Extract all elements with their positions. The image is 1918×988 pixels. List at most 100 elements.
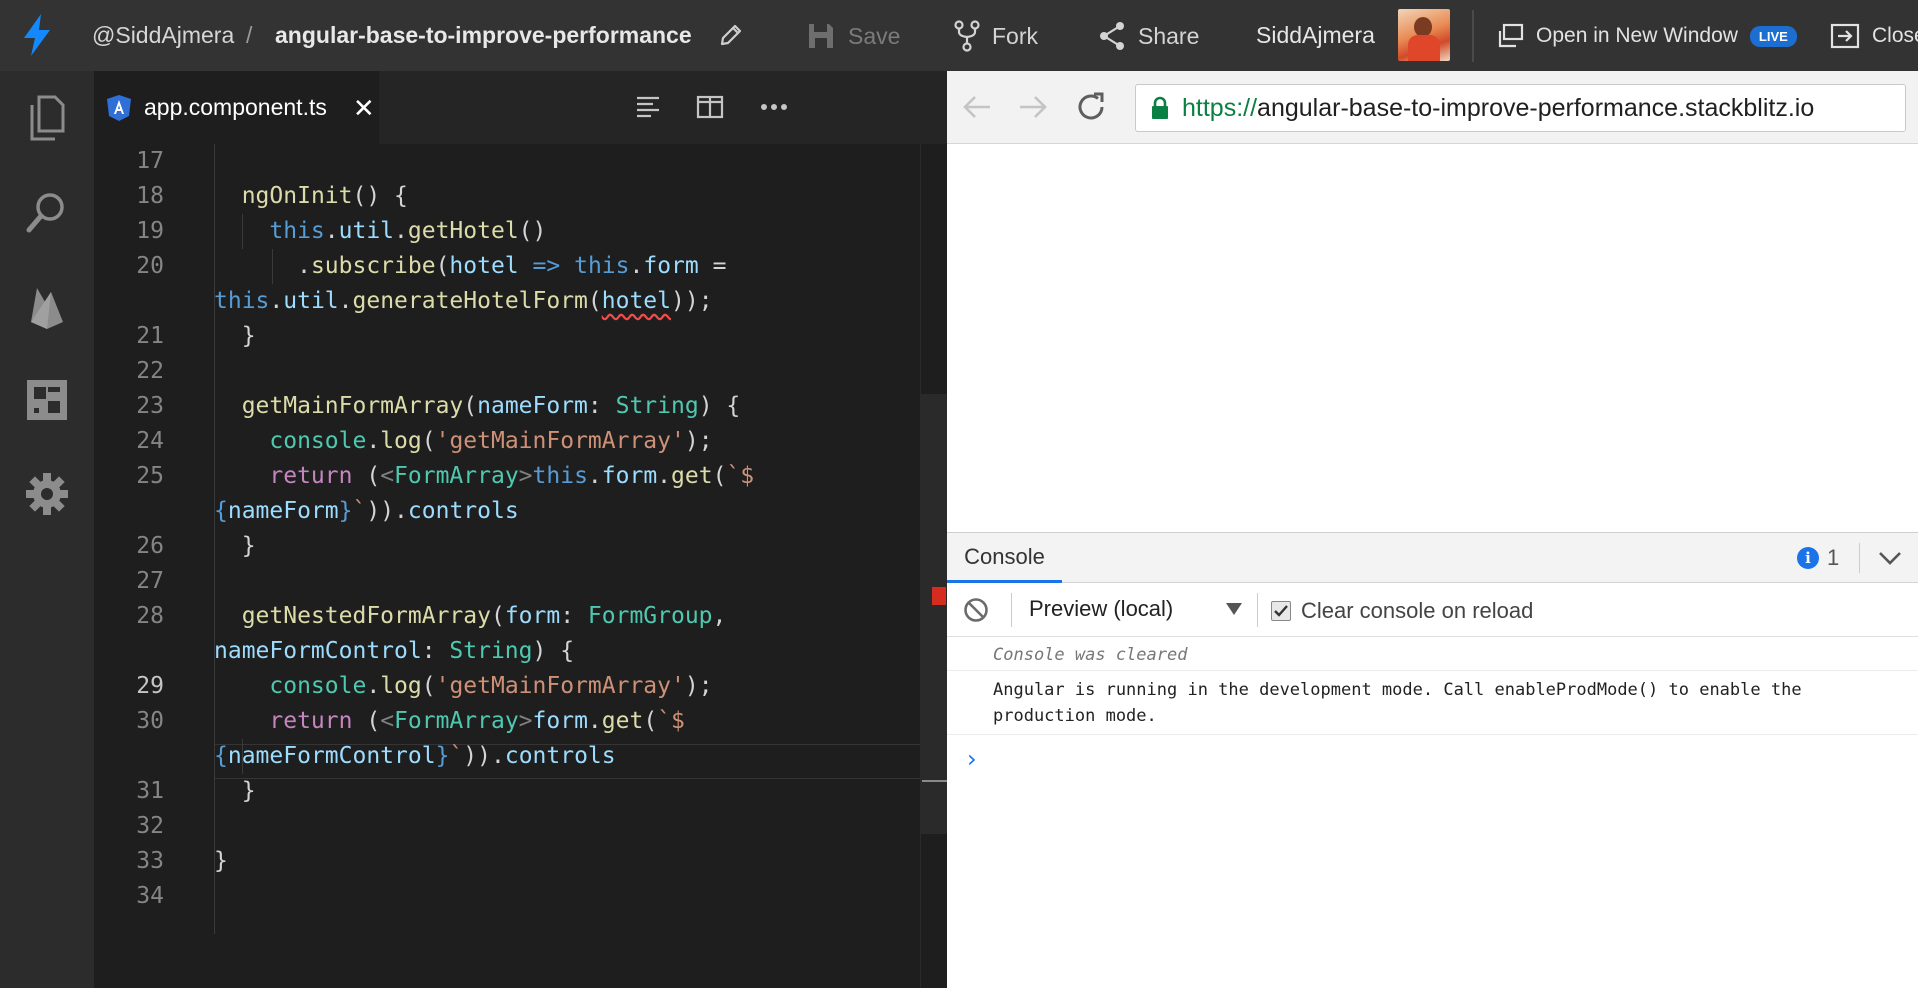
search-icon[interactable] — [24, 189, 70, 235]
info-message-count[interactable]: i 1 — [1797, 545, 1839, 571]
stackblitz-logo-icon[interactable] — [22, 14, 52, 61]
editor-tab-bar: app.component.ts ✕ — [94, 71, 947, 144]
code-line: this.util.getHotel() — [269, 218, 547, 244]
format-document-icon[interactable] — [632, 91, 664, 123]
close-panel-icon — [1830, 23, 1860, 49]
share-icon — [1100, 22, 1124, 50]
info-icon: i — [1797, 547, 1819, 569]
avatar-head-shape — [1414, 17, 1432, 37]
clear-on-reload-toggle[interactable]: Clear console on reload — [1271, 598, 1533, 624]
save-label: Save — [848, 22, 901, 49]
editor-scrollbar-thumb[interactable] — [920, 394, 947, 834]
share-label: Share — [1138, 22, 1200, 49]
files-icon[interactable] — [24, 95, 70, 141]
live-badge: LIVE — [1749, 25, 1797, 47]
fork-icon — [954, 20, 980, 52]
console-message: Console was cleared — [947, 637, 1918, 671]
context-select[interactable]: Preview (local) — [1029, 596, 1243, 622]
context-select-value: Preview (local) — [1029, 596, 1174, 621]
clear-on-reload-checkbox[interactable] — [1271, 601, 1291, 621]
code-line: getMainFormArray(nameForm: String) { — [241, 393, 741, 419]
line-number: 33 — [136, 848, 164, 874]
collapse-console-chevron-icon[interactable] — [1875, 545, 1905, 571]
line-number: 24 — [136, 428, 164, 454]
code-line: nameFormControl: String) { — [214, 638, 575, 664]
avatar-body-shape — [1408, 35, 1440, 61]
preview-address-bar: https://angular-base-to-improve-performa… — [947, 71, 1918, 144]
line-number: 23 — [136, 393, 164, 419]
split-editor-icon[interactable] — [694, 91, 726, 123]
url-text: https://angular-base-to-improve-performa… — [1182, 94, 1814, 123]
close-preview-button[interactable]: Close — [1830, 14, 1918, 58]
reload-icon[interactable] — [1073, 89, 1109, 125]
line-number-active: 29 — [136, 673, 164, 699]
console-header: Console i 1 — [947, 533, 1918, 583]
save-disk-icon — [809, 24, 833, 48]
more-actions-icon[interactable] — [758, 91, 790, 123]
edit-title-pencil-icon[interactable] — [718, 22, 744, 53]
console-toolbar: Preview (local) Clear console on reload — [947, 583, 1918, 637]
fork-label: Fork — [992, 22, 1038, 49]
code-line: } — [214, 323, 256, 349]
checkmark-icon — [1274, 605, 1288, 617]
line-number: 22 — [136, 358, 164, 384]
code-line: {nameFormControl}`)).controls — [214, 743, 616, 769]
url-scheme: https:// — [1182, 93, 1258, 122]
line-number: 25 — [136, 463, 164, 489]
editor-tab-app-component[interactable]: app.component.ts ✕ — [94, 71, 379, 144]
line-number: 20 — [136, 253, 164, 279]
close-label: Close — [1872, 24, 1918, 47]
line-number: 30 — [136, 708, 164, 734]
code-line: this.util.generateHotelForm(hotel)); — [214, 288, 713, 314]
line-number: 32 — [136, 813, 164, 839]
extensions-icon[interactable] — [24, 377, 70, 423]
line-number: 21 — [136, 323, 164, 349]
back-arrow-icon[interactable] — [959, 89, 995, 125]
tab-console[interactable]: Console — [947, 533, 1062, 583]
code-area[interactable]: 17 18 19 20 21 22 23 24 25 26 27 28 29 3… — [94, 144, 947, 988]
line-number: 31 — [136, 778, 164, 804]
code-line: console.log('getMainFormArray'); — [269, 428, 713, 454]
user-avatar[interactable] — [1398, 9, 1450, 61]
toolbar-separator — [1257, 593, 1258, 627]
url-field[interactable]: https://angular-base-to-improve-performa… — [1135, 84, 1906, 132]
error-marker[interactable] — [932, 587, 946, 605]
preview-pane: https://angular-base-to-improve-performa… — [947, 71, 1918, 988]
tab-close-icon[interactable]: ✕ — [353, 95, 375, 121]
angular-file-icon — [107, 94, 131, 121]
new-window-icon — [1498, 23, 1524, 48]
code-line: return (<FormArray>form.get(`$ — [269, 708, 685, 734]
settings-gear-icon[interactable] — [24, 471, 70, 517]
tab-label: app.component.ts — [144, 94, 327, 120]
code-line: } — [214, 778, 256, 804]
line-number: 34 — [136, 883, 164, 909]
code-line: getNestedFormArray(form: FormGroup, — [241, 603, 727, 629]
toolbar-separator — [1011, 593, 1012, 627]
editor-overview-ruler — [920, 144, 921, 988]
save-button[interactable]: Save — [806, 14, 900, 58]
code-editor: app.component.ts ✕ 17 18 19 20 21 22 23 … — [94, 71, 947, 988]
console-prompt-icon[interactable]: › — [967, 745, 977, 773]
code-line: console.log('getMainFormArray'); — [269, 673, 713, 699]
console-message: Angular is running in the development mo… — [947, 671, 1918, 735]
project-owner-link[interactable]: @SiddAjmera — [92, 22, 234, 48]
line-number: 26 — [136, 533, 164, 559]
open-in-new-window-button[interactable]: Open in New Window LIVE — [1496, 14, 1797, 58]
share-button[interactable]: Share — [1098, 14, 1199, 58]
console-header-divider — [1859, 543, 1860, 573]
clear-console-icon[interactable] — [963, 597, 989, 623]
username[interactable]: SiddAjmera — [1256, 22, 1375, 48]
line-number: 18 — [136, 183, 164, 209]
fork-button[interactable]: Fork — [954, 14, 1038, 58]
breadcrumb-separator: / — [246, 22, 253, 48]
open-new-window-label: Open in New Window — [1536, 24, 1738, 47]
firebase-icon[interactable] — [24, 283, 70, 329]
activity-bar — [0, 71, 94, 988]
top-bar: @SiddAjmera / angular-base-to-improve-pe… — [0, 0, 1918, 71]
project-title[interactable]: angular-base-to-improve-performance — [275, 22, 692, 48]
clear-on-reload-label: Clear console on reload — [1301, 598, 1534, 623]
line-number: 19 — [136, 218, 164, 244]
code-line: .subscribe(hotel => this.form = — [214, 253, 727, 279]
code-line: } — [214, 533, 256, 559]
forward-arrow-icon[interactable] — [1015, 89, 1051, 125]
